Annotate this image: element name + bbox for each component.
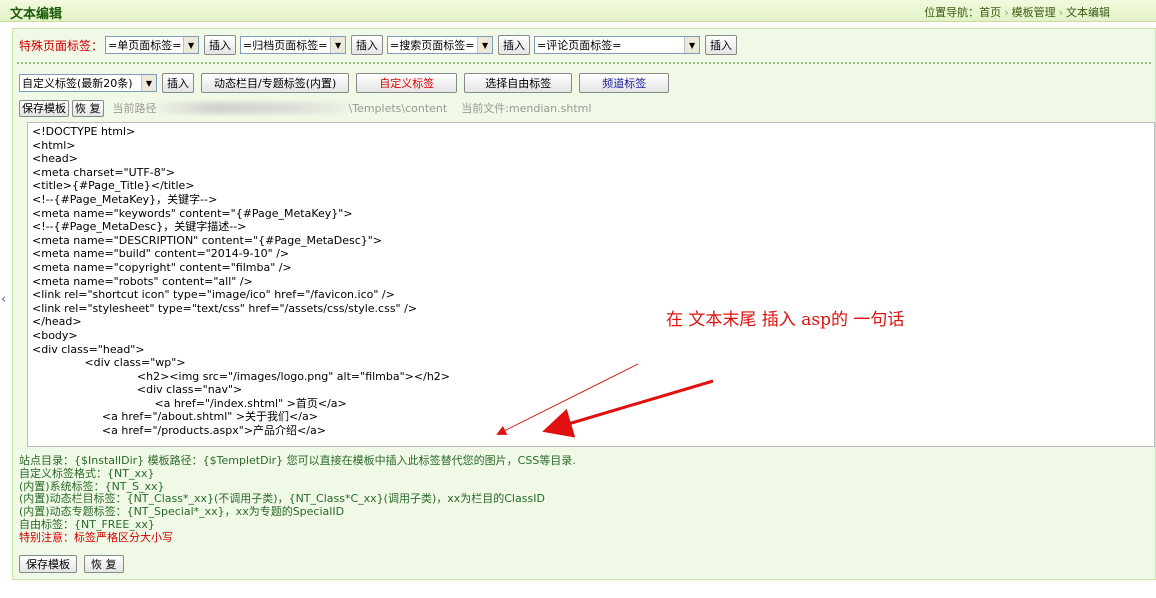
tag-help-info: 站点目录：{$InstallDir} 模板路径：{$TempletDir} 您可…	[19, 454, 1149, 545]
dynamic-column-tag-button[interactable]: 动态栏目/专题标签(内置)	[201, 73, 350, 93]
title-bar: 文本编辑 位置导航：首页 › 模板管理 › 文本编辑	[0, 0, 1156, 22]
insert-archive-tag-button[interactable]: 插入	[351, 35, 384, 55]
archive-page-tag-select[interactable]: =归档页面标签= ▼	[240, 36, 347, 54]
bottom-actions: 保存模板 恢 复	[19, 555, 131, 573]
file-bar: 保存模板 恢 复 当前路径 \Templets\content 当前文件:men…	[19, 99, 591, 117]
dropdown-arrow-icon: ▼	[477, 37, 493, 53]
help-line: 自由标签：{NT_FREE_xx}	[19, 517, 155, 531]
special-tags-label: 特殊页面标签：	[19, 38, 104, 53]
select-value: =归档页面标签=	[243, 39, 328, 52]
case-warning: 特别注意：标签严格区分大小写	[19, 530, 173, 544]
custom-tag-select[interactable]: 自定义标签(最新20条) ▼	[19, 74, 157, 92]
select-value: =单页面标签=	[108, 39, 182, 52]
insert-comment-tag-button[interactable]: 插入	[705, 35, 738, 55]
editor-content[interactable]: <!DOCTYPE html> <html> <head> <meta char…	[28, 123, 1154, 438]
select-value: =评论页面标签=	[537, 39, 622, 52]
breadcrumb-current: 文本编辑	[1066, 6, 1110, 19]
current-file-label: 当前文件:mendian.shtml	[461, 102, 592, 115]
page-title: 文本编辑	[10, 7, 63, 22]
search-page-tag-select[interactable]: =搜索页面标签= ▼	[387, 36, 494, 54]
comment-page-tag-select[interactable]: =评论页面标签= ▼	[534, 36, 701, 54]
select-value: =搜索页面标签=	[390, 39, 475, 52]
dropdown-arrow-icon: ▼	[183, 37, 199, 53]
restore-button[interactable]: 恢 复	[72, 99, 104, 117]
annotation-note: 在 文本末尾 插入 asp的 一句话	[666, 310, 905, 330]
breadcrumb: 位置导航：首页 › 模板管理 › 文本编辑	[924, 4, 1110, 20]
insert-custom-tag-button[interactable]: 插入	[162, 73, 194, 93]
breadcrumb-separator-icon: ›	[1058, 6, 1063, 19]
dropdown-arrow-icon: ▼	[141, 75, 156, 91]
help-line: 站点目录：{$InstallDir} 模板路径：{$TempletDir} 您可…	[19, 454, 576, 467]
breadcrumb-templates[interactable]: 模板管理	[1012, 6, 1056, 19]
help-line: (内置)动态专题标签：{NT_Special*_xx}，xx为专题的Specia…	[19, 505, 345, 519]
breadcrumb-separator-icon: ›	[1004, 6, 1009, 19]
redacted-path	[157, 102, 348, 114]
insert-search-tag-button[interactable]: 插入	[498, 35, 531, 55]
current-path-value: \Templets\content	[348, 101, 448, 115]
special-tags-row: 特殊页面标签： =单页面标签= ▼ 插入 =归档页面标签= ▼ 插入 =搜索页面标签…	[19, 35, 738, 55]
template-code-editor[interactable]: <!DOCTYPE html> <html> <head> <meta char…	[27, 122, 1155, 447]
save-template-button[interactable]: 保存模板	[19, 99, 69, 117]
dropdown-arrow-icon: ▼	[684, 37, 700, 53]
editor-panel: 特殊页面标签： =单页面标签= ▼ 插入 =归档页面标签= ▼ 插入 =搜索页面标签…	[12, 28, 1156, 580]
help-line: 自定义标签格式：{NT_xx}	[19, 466, 155, 480]
breadcrumb-home[interactable]: 位置导航：首页	[924, 6, 1001, 19]
dropdown-arrow-icon: ▼	[330, 37, 346, 53]
collapse-left-icon[interactable]: ‹	[1, 292, 6, 307]
bottom-save-template-button[interactable]: 保存模板	[19, 555, 77, 573]
insert-single-tag-button[interactable]: 插入	[204, 35, 237, 55]
custom-tag-button[interactable]: 自定义标签	[356, 73, 458, 93]
current-path-label: 当前路径	[112, 102, 157, 115]
tag-toolbar: 自定义标签(最新20条) ▼ 插入 动态栏目/专题标签(内置) 自定义标签 选择自…	[19, 73, 670, 93]
bottom-restore-button[interactable]: 恢 复	[84, 555, 124, 573]
select-value: 自定义标签(最新20条)	[22, 77, 133, 90]
free-tag-button[interactable]: 选择自由标签	[464, 73, 573, 93]
dotted-divider	[17, 62, 1151, 64]
channel-tag-button[interactable]: 频道标签	[579, 73, 670, 93]
single-page-tag-select[interactable]: =单页面标签= ▼	[105, 36, 200, 54]
